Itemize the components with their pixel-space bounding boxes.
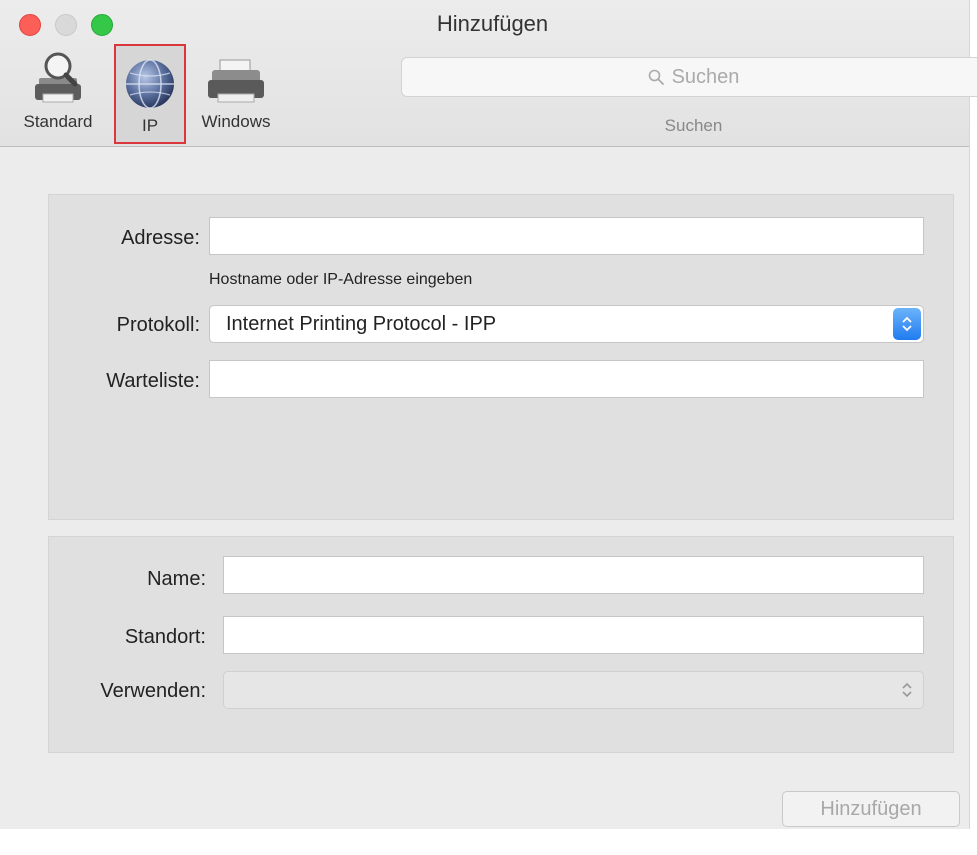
name-field[interactable] [223, 556, 924, 594]
search-input[interactable]: Suchen [401, 57, 977, 97]
name-label: Name: [147, 568, 206, 590]
protocol-value: Internet Printing Protocol - IPP [226, 312, 497, 335]
location-label: Standort: [124, 626, 206, 648]
protocol-popup[interactable]: Internet Printing Protocol - IPP [209, 305, 924, 343]
address-field[interactable] [209, 217, 924, 255]
window-title: Hinzufügen [436, 11, 549, 36]
protocol-label: Protokoll: [116, 314, 200, 336]
printer-icon [188, 48, 284, 106]
add-printer-window: Hinzufügen Standard IP Windows Suchen Su… [0, 0, 977, 829]
use-popup[interactable] [223, 671, 924, 709]
location-field[interactable] [223, 616, 924, 654]
queue-field[interactable] [209, 360, 924, 398]
toolbar-item-standard-label: Standard [23, 112, 93, 131]
search-placeholder: Suchen [671, 65, 740, 88]
add-button[interactable]: Hinzufügen [782, 791, 960, 827]
toolbar-item-ip[interactable]: IP [114, 44, 186, 144]
chevron-updown-icon [893, 674, 921, 706]
toolbar-item-ip-label: IP [141, 116, 159, 135]
toolbar-item-windows-label: Windows [201, 112, 271, 131]
toolbar: Hinzufügen Standard IP Windows Suchen Su… [0, 0, 977, 147]
toolbar-item-windows[interactable]: Windows [188, 48, 284, 132]
address-label: Adresse: [121, 227, 200, 249]
queue-label: Warteliste: [106, 370, 200, 392]
chevron-updown-icon [893, 308, 921, 340]
address-hint: Hostname oder IP-Adresse eingeben [209, 271, 473, 288]
toolbar-item-standard[interactable]: Standard [10, 48, 106, 132]
printer-magnifier-icon [10, 48, 106, 106]
search-icon [648, 69, 664, 85]
globe-icon [116, 50, 184, 110]
use-label: Verwenden: [100, 680, 206, 702]
search-caption: Suchen [664, 116, 723, 135]
